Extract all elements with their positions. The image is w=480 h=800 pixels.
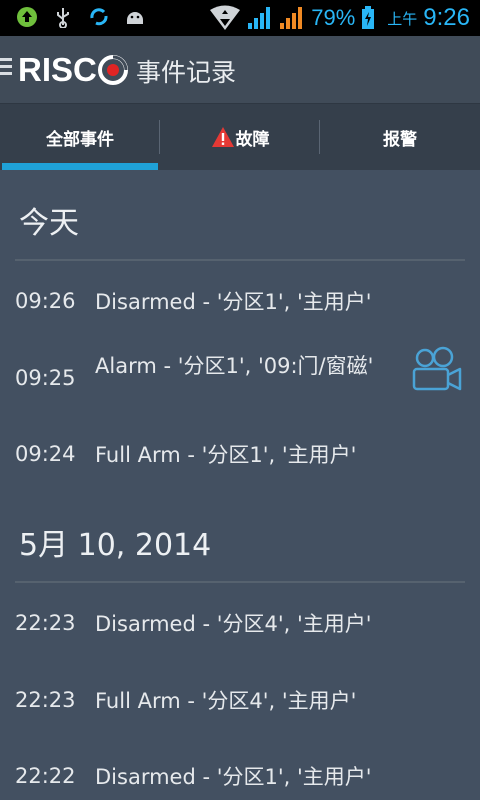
upload-icon <box>17 7 37 27</box>
event-time: 22:23 <box>15 688 76 712</box>
event-description: Disarmed - '分区4', '主用户' <box>95 612 372 636</box>
video-camera-icon[interactable] <box>411 345 463 397</box>
section-header-date: 5月 10, 2014 <box>19 528 212 563</box>
app-bar: RISC 事件记录 <box>0 36 480 104</box>
section-divider <box>15 259 465 261</box>
event-description: Disarmed - '分区1', '主用户' <box>95 290 372 314</box>
android-icon <box>127 12 143 24</box>
warning-icon <box>211 127 234 147</box>
event-description: Alarm - '分区1', '09:门/窗磁' <box>95 354 374 378</box>
event-description: Full Arm - '分区4', '主用户' <box>95 689 357 713</box>
signal-icon <box>280 7 303 29</box>
page-title: 事件记录 <box>136 58 237 87</box>
clock-time: 9:26 <box>423 4 470 31</box>
risco-logo[interactable]: RISC <box>18 51 128 89</box>
clock-ampm: 上午 <box>387 9 418 28</box>
tab-all-events[interactable]: 全部事件 <box>0 104 160 170</box>
menu-icon[interactable] <box>0 58 14 80</box>
battery-icon <box>362 6 375 29</box>
tab-label: 全部事件 <box>46 129 114 150</box>
event-time: 09:25 <box>15 366 76 390</box>
event-description: Disarmed - '分区1', '主用户' <box>95 765 372 789</box>
event-time: 22:22 <box>15 764 76 788</box>
usb-icon <box>57 8 69 28</box>
section-header-today: 今天 <box>19 206 79 241</box>
event-time: 09:24 <box>15 442 76 466</box>
tab-faults[interactable]: 故障 <box>160 104 320 170</box>
section-divider <box>15 581 465 583</box>
tab-label: 故障 <box>235 129 270 150</box>
logo-text: RISC <box>18 51 97 88</box>
event-time: 09:26 <box>15 289 76 313</box>
battery-percent: 79% <box>311 5 356 30</box>
event-time: 22:23 <box>15 611 76 635</box>
sync-icon <box>90 8 108 26</box>
logo-swirl-icon <box>97 55 128 85</box>
tab-label: 报警 <box>383 129 417 150</box>
status-bar: 79% 上午 9:26 <box>0 0 480 36</box>
tab-alarms[interactable]: 报警 <box>320 104 480 170</box>
event-description: Full Arm - '分区1', '主用户' <box>95 443 357 467</box>
wifi-icon <box>210 5 241 30</box>
tab-bar: 全部事件 故障 报警 <box>0 104 480 170</box>
signal-icon <box>248 7 271 29</box>
